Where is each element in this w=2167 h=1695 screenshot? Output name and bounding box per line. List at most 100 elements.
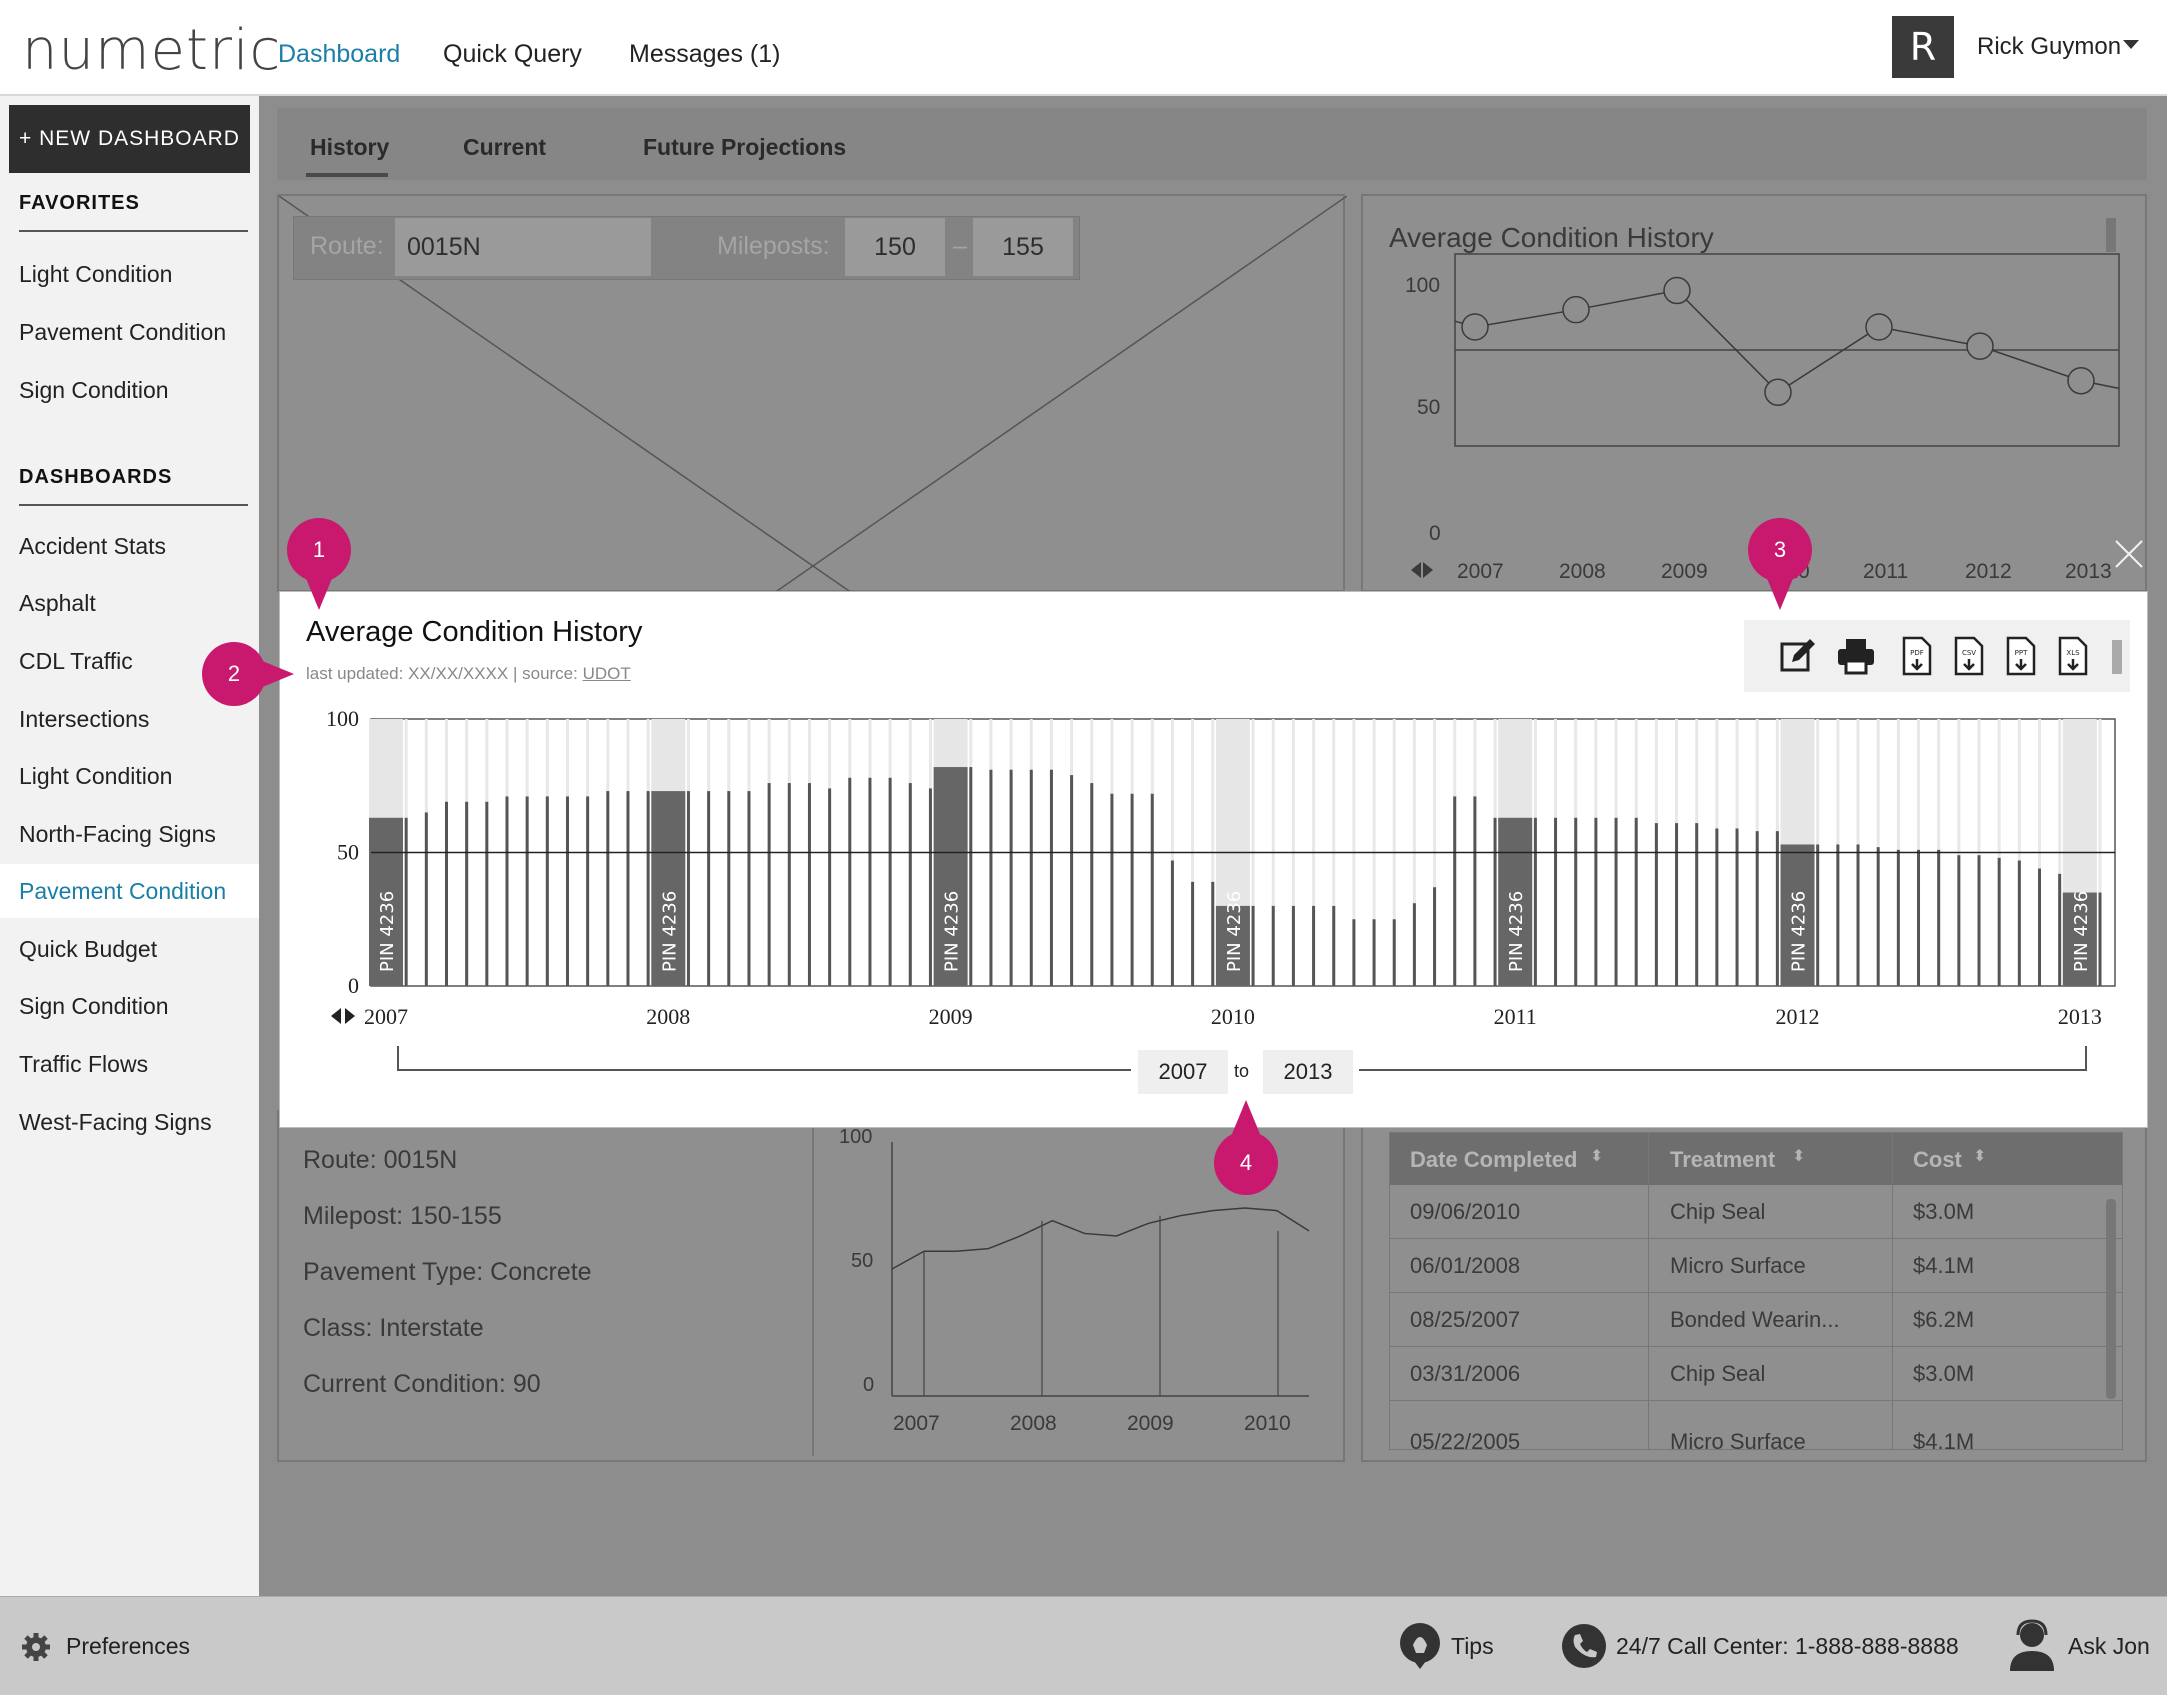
ppt-download-icon[interactable]: PPT: [1998, 634, 2042, 678]
chevron-left-icon[interactable]: [1411, 562, 1421, 578]
xls-download-icon[interactable]: XLS: [2050, 634, 2094, 678]
annotation-marker-4: 4: [1214, 1131, 1278, 1195]
app-logo[interactable]: numetric: [22, 18, 281, 83]
marker-pointer: [260, 660, 294, 688]
avatar[interactable]: R: [1892, 16, 1954, 78]
chevron-right-icon[interactable]: [1423, 562, 1433, 578]
annotation-marker-2: 2: [202, 642, 266, 706]
sidebar-dashboard-item-active[interactable]: Pavement Condition: [0, 864, 259, 918]
marker-pointer: [1232, 1100, 1260, 1134]
treatments-table-panel: Date Completed ⬍ Treatment ⬍ Cost ⬍ 09/0…: [1361, 1110, 2147, 1462]
data-point: [1865, 313, 1893, 341]
sort-icon[interactable]: ⬍: [1973, 1146, 1986, 1166]
x-tick-label: 2007: [1457, 560, 1504, 583]
sidebar-favorite-item[interactable]: Pavement Condition: [0, 305, 259, 359]
column-header-date[interactable]: Date Completed: [1410, 1147, 1577, 1173]
pdf-download-icon[interactable]: PDF: [1894, 634, 1938, 678]
sidebar-dashboard-item[interactable]: Light Condition: [0, 749, 259, 803]
tab-bar: [277, 108, 2147, 180]
sidebar-dashboard-item[interactable]: West-Facing Signs: [0, 1095, 259, 1149]
table-cell: Micro Surface: [1670, 1429, 1806, 1450]
range-start-input[interactable]: 2007: [1138, 1050, 1228, 1094]
table-scrollbar[interactable]: [2106, 1199, 2116, 1399]
sidebar-dashboard-item[interactable]: Traffic Flows: [0, 1037, 259, 1091]
sidebar-dashboard-item[interactable]: Sign Condition: [0, 979, 259, 1033]
edit-icon[interactable]: [1776, 634, 1820, 678]
column-header-treatment[interactable]: Treatment: [1670, 1147, 1775, 1173]
chevron-down-icon[interactable]: [2123, 40, 2139, 49]
x-tick-label: 2013: [2065, 560, 2112, 583]
series-line: [891, 1207, 1310, 1270]
milepost-from-input[interactable]: 150: [845, 218, 945, 276]
source-link[interactable]: UDOT: [583, 664, 631, 683]
mileposts-label: Mileposts:: [717, 232, 830, 260]
sidebar-dashboard-item[interactable]: Accident Stats: [0, 519, 259, 573]
divider: [19, 230, 248, 232]
sort-icon[interactable]: ⬍: [1792, 1146, 1805, 1166]
dashboards-heading: DASHBOARDS: [19, 466, 173, 488]
range-end-input[interactable]: 2013: [1263, 1050, 1353, 1094]
x-tick-label: 2010: [1244, 1412, 1291, 1435]
route-input[interactable]: 0015N: [395, 218, 651, 276]
data-point: [1562, 295, 1590, 324]
milepost-to-input[interactable]: 155: [973, 218, 1073, 276]
file-type-label: CSV: [1962, 649, 1976, 657]
call-center-text[interactable]: 24/7 Call Center: 1-888-888-8888: [1616, 1633, 1959, 1660]
file-type-label: PDF: [1910, 649, 1924, 657]
tab-history[interactable]: History: [310, 134, 389, 161]
sidebar-dashboard-item[interactable]: Quick Budget: [0, 922, 259, 976]
favorites-heading: FAVORITES: [19, 192, 140, 214]
sidebar-favorite-item[interactable]: Sign Condition: [0, 363, 259, 417]
file-type-label: XLS: [2066, 649, 2080, 657]
sidebar-dashboard-item[interactable]: Asphalt: [0, 576, 259, 630]
preferences-link[interactable]: Preferences: [66, 1633, 190, 1660]
milepost-separator: –: [953, 232, 967, 260]
lightbulb-icon[interactable]: [1398, 1623, 1442, 1671]
nav-messages[interactable]: Messages (1): [629, 40, 780, 69]
range-to-label: to: [1234, 1061, 1250, 1081]
tab-current[interactable]: Current: [463, 134, 546, 161]
source-label: | source:: [512, 664, 578, 683]
tab-future-projections[interactable]: Future Projections: [643, 134, 846, 161]
table-cell: $3.0M: [1913, 1199, 1975, 1224]
user-name[interactable]: Rick Guymon: [1977, 33, 2121, 61]
annotation-marker-3: 3: [1748, 518, 1812, 582]
table-cell: $6.2M: [1913, 1307, 1975, 1332]
last-updated-text: last updated: XX/XX/XXXX: [306, 664, 509, 683]
ask-jon-link[interactable]: Ask Jon: [2068, 1633, 2150, 1660]
x-tick-label: 2009: [1127, 1412, 1174, 1435]
x-tick-label: 2007: [893, 1412, 940, 1435]
file-type-label: PPT: [2015, 649, 2028, 657]
annotation-marker-1: 1: [287, 518, 351, 582]
column-header-cost[interactable]: Cost: [1913, 1147, 1962, 1173]
range-line-left: [397, 1069, 1131, 1071]
sort-icon[interactable]: ⬍: [1590, 1146, 1603, 1166]
new-dashboard-button[interactable]: + NEW DASHBOARD: [9, 105, 250, 173]
table-cell: Micro Surface: [1670, 1253, 1806, 1278]
data-point: [1461, 313, 1489, 341]
print-icon[interactable]: [1834, 634, 1878, 678]
nav-quick-query[interactable]: Quick Query: [443, 40, 582, 69]
gear-icon[interactable]: [20, 1631, 52, 1663]
active-tab-indicator: [306, 173, 388, 177]
data-point: [1663, 276, 1691, 305]
csv-download-icon[interactable]: CSV: [1946, 634, 1990, 678]
phone-icon[interactable]: [1561, 1623, 1607, 1669]
data-point: [1966, 332, 1994, 360]
nav-dashboard[interactable]: Dashboard: [278, 40, 400, 69]
tips-link[interactable]: Tips: [1451, 1633, 1494, 1660]
range-line-right: [1359, 1069, 2087, 1071]
data-point: [2067, 366, 2095, 395]
small-area-chart: [891, 1142, 1310, 1397]
x-tick-label: 2009: [1661, 560, 1708, 583]
support-agent-icon[interactable]: [2004, 1619, 2060, 1671]
sidebar-dashboard-item[interactable]: North-Facing Signs: [0, 807, 259, 861]
sidebar-favorite-item[interactable]: Light Condition: [0, 247, 259, 301]
divider: [19, 504, 248, 506]
table-cell: 05/22/2005: [1410, 1429, 1521, 1450]
table-cell: $4.1M: [1913, 1429, 1975, 1450]
close-icon[interactable]: [2114, 539, 2144, 569]
table-cell: $3.0M: [1913, 1361, 1975, 1386]
toolbar-drag-handle[interactable]: [2112, 640, 2122, 674]
sidebar: + NEW DASHBOARD FAVORITES Light Conditio…: [0, 96, 259, 1596]
